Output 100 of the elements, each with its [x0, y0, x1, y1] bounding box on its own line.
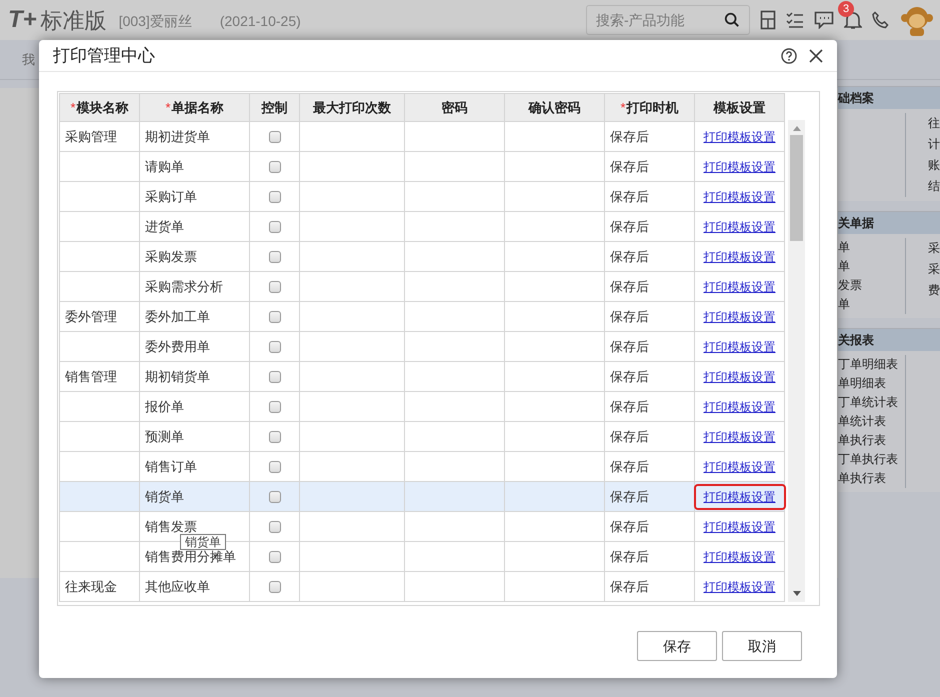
- panel-link[interactable]: 单统计表: [838, 412, 905, 431]
- search-input[interactable]: 搜索-产品功能: [596, 10, 724, 30]
- checkbox[interactable]: [268, 520, 280, 532]
- checkbox[interactable]: [268, 370, 280, 382]
- template-settings-link[interactable]: 打印模板设置: [696, 216, 784, 238]
- logo: T+: [8, 5, 37, 35]
- table-cell: 其他应收单: [140, 572, 250, 602]
- column-header: 最大打印次数: [300, 94, 405, 122]
- checkbox[interactable]: [268, 580, 280, 592]
- scrollbar[interactable]: [788, 120, 805, 602]
- template-settings-link[interactable]: 打印模板设置: [696, 576, 784, 598]
- panel-link[interactable]: 计: [928, 134, 940, 155]
- phone-icon[interactable]: [872, 11, 890, 29]
- table-cell: 往来现金: [60, 572, 140, 602]
- table-row[interactable]: 采购发票 保存后 打印模板设置: [59, 242, 785, 272]
- edition-label: 标准版: [40, 6, 107, 34]
- template-settings-link[interactable]: 打印模板设置: [696, 426, 784, 448]
- panel-link[interactable]: 单: [838, 238, 905, 257]
- table-cell: 保存后: [605, 572, 695, 602]
- dialog-title: 打印管理中心: [53, 44, 155, 67]
- column-header: 密码: [405, 94, 505, 122]
- table-row[interactable]: 采购订单 保存后 打印模板设置: [59, 182, 785, 212]
- scroll-thumb[interactable]: [790, 135, 803, 241]
- checkbox[interactable]: [268, 340, 280, 352]
- table-row[interactable]: 请购单 保存后 打印模板设置: [59, 152, 785, 182]
- scroll-down-icon[interactable]: [792, 591, 800, 596]
- checkbox[interactable]: [268, 460, 280, 472]
- panel-header: 关报表: [838, 329, 940, 351]
- table-row[interactable]: 销货单 保存后 打印模板设置: [59, 482, 785, 512]
- panel-link[interactable]: 单明细表: [838, 374, 905, 393]
- template-settings-link[interactable]: 打印模板设置: [696, 306, 784, 328]
- column-header: 确认密码: [505, 94, 605, 122]
- template-settings-link[interactable]: 打印模板设置: [696, 546, 784, 568]
- panel-link[interactable]: 单执行表: [838, 431, 905, 450]
- panel-link[interactable]: 丁单统计表: [838, 393, 905, 412]
- scroll-up-icon[interactable]: [792, 126, 800, 131]
- table-row[interactable]: 销售订单 保存后 打印模板设置: [59, 452, 785, 482]
- template-settings-link[interactable]: 打印模板设置: [696, 126, 784, 148]
- template-settings-link[interactable]: 打印模板设置: [696, 186, 784, 208]
- dialog-button[interactable]: 取消: [722, 631, 802, 661]
- panel-link[interactable]: 丁单执行表: [838, 450, 905, 469]
- required-mark: *: [620, 98, 626, 117]
- checkbox[interactable]: [268, 220, 280, 232]
- table-row[interactable]: 往来现金 其他应收单 保存后 打印模板设置: [59, 572, 785, 602]
- panel-link[interactable]: 往: [928, 113, 940, 134]
- checkbox[interactable]: [268, 250, 280, 262]
- search-icon[interactable]: [724, 11, 740, 29]
- column-header: *模块名称: [60, 94, 140, 122]
- column-header: 模板设置: [695, 94, 785, 122]
- notification-badge: 3: [838, 1, 854, 17]
- panel-link[interactable]: 采: [928, 259, 940, 280]
- checkbox[interactable]: [268, 310, 280, 322]
- panel-link[interactable]: 结: [928, 176, 940, 197]
- checkbox[interactable]: [268, 160, 280, 172]
- panel-link[interactable]: 发票: [838, 276, 905, 295]
- template-settings-link[interactable]: 打印模板设置: [696, 456, 784, 478]
- checkbox[interactable]: [268, 490, 280, 502]
- template-settings-link[interactable]: 打印模板设置: [696, 246, 784, 268]
- checkbox[interactable]: [268, 550, 280, 562]
- checkbox[interactable]: [268, 190, 280, 202]
- panel-link[interactable]: 采: [928, 238, 940, 259]
- search-field[interactable]: 搜索-产品功能: [586, 5, 750, 35]
- checkbox[interactable]: [268, 280, 280, 292]
- column-header: *单据名称: [140, 94, 250, 122]
- table-row[interactable]: 采购管理 期初进货单 保存后 打印模板设置: [59, 122, 785, 152]
- template-settings-link[interactable]: 打印模板设置: [696, 486, 784, 508]
- template-settings-link[interactable]: 打印模板设置: [696, 366, 784, 388]
- panel-link[interactable]: 单: [838, 295, 905, 314]
- table-row[interactable]: 采购需求分析 保存后 打印模板设置: [59, 272, 785, 302]
- help-icon[interactable]: [781, 48, 797, 64]
- table-row[interactable]: 委外管理 委外加工单 保存后 打印模板设置: [59, 302, 785, 332]
- required-mark: *: [165, 98, 171, 117]
- close-icon[interactable]: [809, 48, 823, 62]
- column-header: 控制: [250, 94, 300, 122]
- checkbox[interactable]: [268, 430, 280, 442]
- message-icon[interactable]: [814, 11, 834, 29]
- required-mark: *: [70, 98, 76, 117]
- panel-header: 关单据: [838, 212, 940, 234]
- checklist-icon[interactable]: [786, 11, 804, 29]
- template-settings-link[interactable]: 打印模板设置: [696, 516, 784, 538]
- panel-header: 础档案: [838, 87, 940, 109]
- checkbox[interactable]: [268, 400, 280, 412]
- table-row[interactable]: 委外费用单 保存后 打印模板设置: [59, 332, 785, 362]
- panel-link[interactable]: 单执行表: [838, 469, 905, 488]
- table-row[interactable]: 报价单 保存后 打印模板设置: [59, 392, 785, 422]
- account-label: [003]爱丽丝: [118, 12, 192, 31]
- panel-link[interactable]: 单: [838, 257, 905, 276]
- panel-link[interactable]: 丁单明细表: [838, 355, 905, 374]
- table-row[interactable]: 销售管理 期初销货单 保存后 打印模板设置: [59, 362, 785, 392]
- calculator-icon[interactable]: [760, 10, 776, 30]
- panel-link[interactable]: 账: [928, 155, 940, 176]
- template-settings-link[interactable]: 打印模板设置: [696, 396, 784, 418]
- dialog-button[interactable]: 保存: [637, 631, 717, 661]
- template-settings-link[interactable]: 打印模板设置: [696, 336, 784, 358]
- table-row[interactable]: 进货单 保存后 打印模板设置: [59, 212, 785, 242]
- checkbox[interactable]: [268, 130, 280, 142]
- panel-link[interactable]: 费: [928, 280, 940, 301]
- template-settings-link[interactable]: 打印模板设置: [696, 276, 784, 298]
- template-settings-link[interactable]: 打印模板设置: [696, 156, 784, 178]
- table-row[interactable]: 预测单 保存后 打印模板设置: [59, 422, 785, 452]
